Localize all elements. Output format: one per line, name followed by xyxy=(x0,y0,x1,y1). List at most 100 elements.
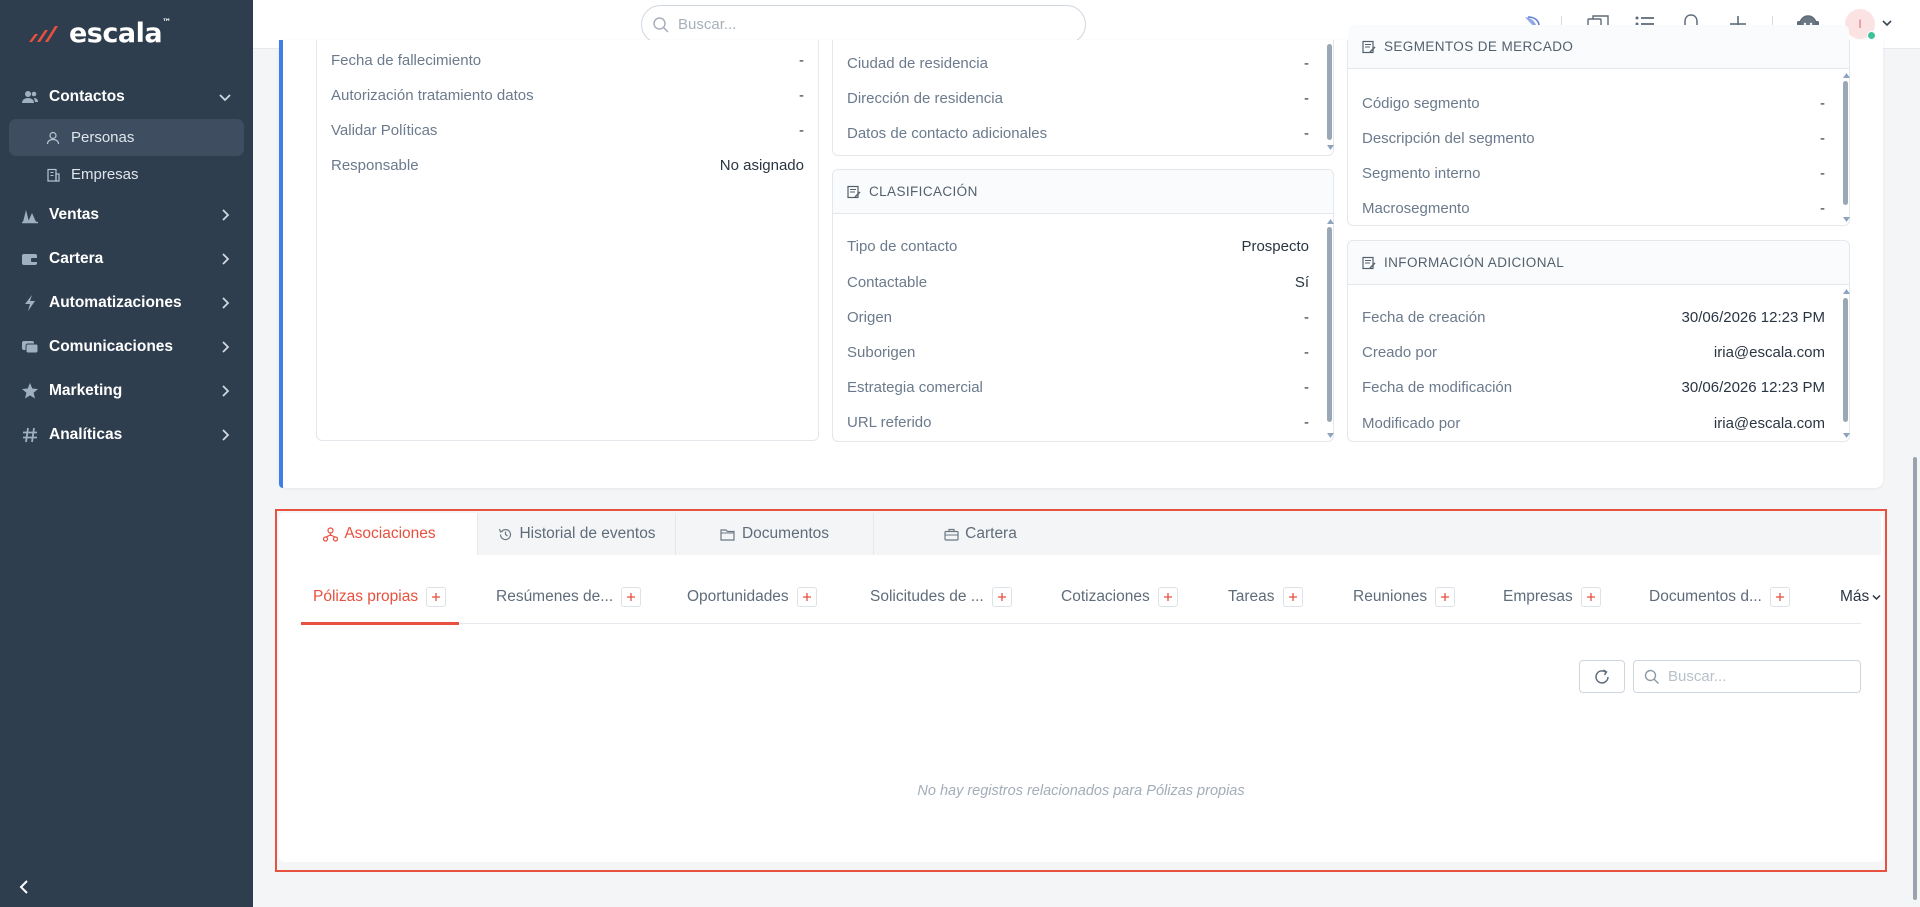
field-label: Estrategia comercial xyxy=(847,378,983,396)
scroll-down-icon[interactable] xyxy=(1326,144,1334,150)
sidebar-item-analiticas[interactable]: Analíticas xyxy=(0,413,253,457)
field-value: - xyxy=(1820,199,1825,217)
page-scrollbar[interactable] xyxy=(1913,457,1917,900)
field-row: Tipo de contacto Prospecto xyxy=(847,236,1309,256)
person-icon xyxy=(45,130,61,146)
sidebar-sub-personas[interactable]: Personas xyxy=(9,119,244,156)
subtab-empresas[interactable]: Empresas xyxy=(1503,585,1601,609)
chevron-right-icon xyxy=(217,251,233,267)
subtab-tareas[interactable]: Tareas xyxy=(1228,585,1303,609)
field-label: Descripción del segmento xyxy=(1362,129,1535,147)
sidebar-item-contactos[interactable]: Contactos xyxy=(0,75,253,119)
scroll-up-icon[interactable] xyxy=(1842,288,1850,294)
hash-icon xyxy=(20,425,40,445)
chevron-right-icon xyxy=(217,383,233,399)
field-value: iria@escala.com xyxy=(1713,414,1825,432)
tab-asociaciones[interactable]: Asociaciones xyxy=(281,513,477,555)
related-search[interactable] xyxy=(1633,660,1861,693)
sidebar-item-label: Comunicaciones xyxy=(49,338,174,355)
plus-icon xyxy=(1775,593,1784,601)
add-button[interactable] xyxy=(796,587,817,607)
add-button[interactable] xyxy=(1435,587,1456,607)
search-icon xyxy=(653,16,669,33)
field-row: Suborigen - xyxy=(847,342,1309,362)
panel-header: INFORMACIÓN ADICIONAL xyxy=(1348,241,1849,285)
subtab-cotizaciones[interactable]: Cotizaciones xyxy=(1061,585,1178,609)
chevron-right-icon xyxy=(217,339,233,355)
global-search-input[interactable] xyxy=(678,16,1058,33)
panel-scrollbar[interactable] xyxy=(1327,44,1332,140)
add-button[interactable] xyxy=(1769,587,1790,607)
subtab-resumenes[interactable]: Resúmenes de... xyxy=(496,585,642,609)
global-search[interactable] xyxy=(641,5,1086,44)
field-label: Responsable xyxy=(331,156,419,174)
tab-cartera[interactable]: Cartera xyxy=(874,513,1086,555)
building-icon xyxy=(45,167,61,183)
subtab-documentos[interactable]: Documentos d... xyxy=(1649,585,1790,609)
field-row: Fecha de fallecimiento - xyxy=(331,50,804,70)
scroll-up-icon[interactable] xyxy=(1326,218,1334,224)
add-button[interactable] xyxy=(1157,587,1178,607)
search-icon xyxy=(1644,669,1659,684)
subtab-solicitudes[interactable]: Solicitudes de ... xyxy=(870,585,1012,609)
subtab-reuniones[interactable]: Reuniones xyxy=(1353,585,1456,609)
subtab-polizas-propias[interactable]: Pólizas propias xyxy=(313,585,447,609)
card-accent-bar xyxy=(279,40,283,488)
sidebar-sub-label: Empresas xyxy=(71,166,139,183)
field-row: Ciudad de residencia - xyxy=(847,53,1309,73)
tab-documentos[interactable]: Documentos xyxy=(676,513,873,555)
tab-historial[interactable]: Historial de eventos xyxy=(478,513,675,555)
collapse-sidebar-button[interactable] xyxy=(14,877,34,897)
field-row: Código segmento - xyxy=(1362,93,1825,113)
field-label: Validar Políticas xyxy=(331,121,438,139)
panel-scrollbar[interactable] xyxy=(1843,298,1848,422)
avatar-initial: I xyxy=(1858,17,1862,31)
edit-note-icon xyxy=(1362,256,1376,270)
subtab-oportunidades[interactable]: Oportunidades xyxy=(687,585,817,609)
scroll-down-icon[interactable] xyxy=(1326,432,1334,438)
field-label: Ciudad de residencia xyxy=(847,54,988,72)
scroll-up-icon[interactable] xyxy=(1842,72,1850,78)
field-row: Fecha de modificación 30/06/2026 12:23 PM xyxy=(1362,377,1825,397)
chevron-right-icon xyxy=(217,295,233,311)
panel-scrollbar[interactable] xyxy=(1327,227,1332,422)
field-value: 30/06/2026 12:23 PM xyxy=(1681,378,1825,396)
field-label: Suborigen xyxy=(847,343,916,361)
add-button[interactable] xyxy=(991,587,1012,607)
subtab-label: Pólizas propias xyxy=(313,588,419,605)
plus-icon xyxy=(1586,593,1595,601)
add-button[interactable] xyxy=(1282,587,1303,607)
more-label: Más xyxy=(1840,588,1870,605)
subtab-label: Oportunidades xyxy=(687,588,789,605)
star-icon xyxy=(20,381,40,401)
sidebar-item-label: Contactos xyxy=(49,88,125,105)
field-row: Fecha de creación 30/06/2026 12:23 PM xyxy=(1362,307,1825,327)
related-search-input[interactable] xyxy=(1668,668,1848,685)
field-label: Macrosegmento xyxy=(1362,199,1470,217)
logo[interactable]: escala™ xyxy=(27,18,171,49)
field-row: Estrategia comercial - xyxy=(847,377,1309,397)
subtab-label: Tareas xyxy=(1228,588,1275,605)
field-row: Segmento interno - xyxy=(1362,163,1825,183)
sidebar-item-ventas[interactable]: Ventas xyxy=(0,193,253,237)
refresh-button[interactable] xyxy=(1579,660,1625,693)
sidebar-item-automatizaciones[interactable]: Automatizaciones xyxy=(0,281,253,325)
chevron-down-icon[interactable] xyxy=(1881,17,1893,29)
add-button[interactable] xyxy=(1580,587,1601,607)
panel-scrollbar[interactable] xyxy=(1843,81,1848,205)
sidebar-sub-empresas[interactable]: Empresas xyxy=(9,156,244,193)
online-status-dot xyxy=(1867,31,1876,40)
sidebar-item-marketing[interactable]: Marketing xyxy=(0,369,253,413)
scroll-down-icon[interactable] xyxy=(1842,216,1850,222)
sidebar-item-comunicaciones[interactable]: Comunicaciones xyxy=(0,325,253,369)
field-value: - xyxy=(1820,129,1825,147)
sidebar-item-cartera[interactable]: Cartera xyxy=(0,237,253,281)
scroll-down-icon[interactable] xyxy=(1842,432,1850,438)
field-value: - xyxy=(1304,54,1309,72)
more-tabs-dropdown[interactable]: Más xyxy=(1840,585,1881,609)
subtabs-divider xyxy=(301,623,1861,624)
add-button[interactable] xyxy=(426,587,447,607)
add-button[interactable] xyxy=(621,587,642,607)
subtab-label: Cotizaciones xyxy=(1061,588,1150,605)
bolt-icon xyxy=(20,293,40,313)
